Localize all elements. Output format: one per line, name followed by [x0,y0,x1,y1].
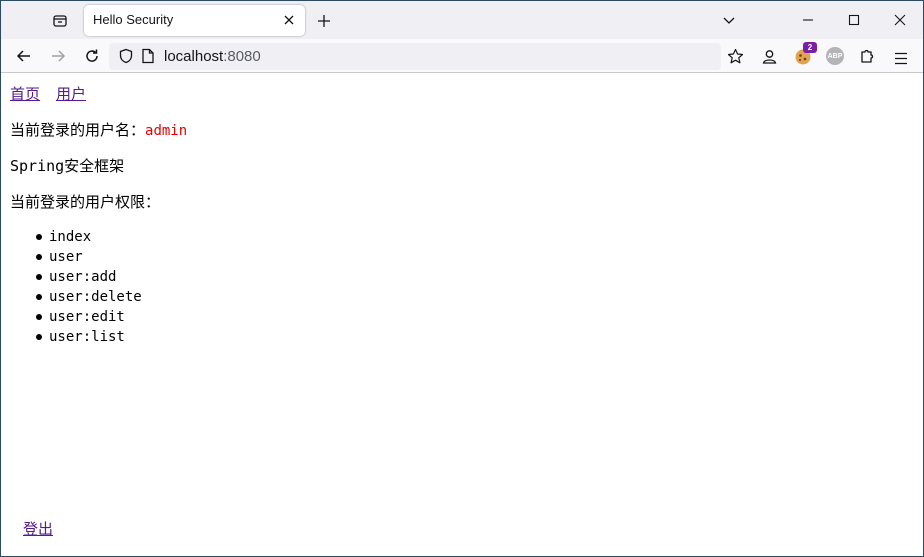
new-tab-icon[interactable] [313,10,335,32]
url-port: :8080 [223,48,261,65]
framework-text: Spring安全框架 [10,157,125,175]
authorities-label: 当前登录的用户权限： [10,193,161,211]
page-content: 首页 用户 当前登录的用户名：admin Spring安全框架 当前登录的用户权限… [1,74,923,556]
extensions-puzzle-icon[interactable] [859,48,876,69]
authority-item: index [36,228,142,248]
active-tab[interactable]: Hello Security [84,5,305,36]
close-window-icon[interactable] [877,1,923,39]
tab-title: Hello Security [93,12,174,27]
page-info-icon[interactable] [141,48,155,68]
authority-item: user:add [36,268,142,288]
minimize-icon[interactable] [785,1,831,39]
username-line: 当前登录的用户名：admin [10,119,187,140]
tab-strip: Hello Security [1,1,923,39]
authority-item: user:delete [36,288,142,308]
account-icon[interactable] [761,48,778,69]
tab-list-icon[interactable] [47,8,73,34]
browser-window: Hello Security localhost:8080 2 ABP 首页 用… [0,0,924,557]
close-tab-icon[interactable] [281,12,297,28]
username-label: 当前登录的用户名： [10,121,146,139]
shield-icon[interactable] [118,48,134,68]
authority-item: user:list [36,328,142,348]
url-host: localhost [164,48,224,65]
chevron-down-icon[interactable] [718,10,740,32]
url-text[interactable]: localhost:8080 [164,48,261,65]
back-arrow-icon[interactable] [11,43,37,69]
url-bar[interactable]: localhost:8080 [109,43,744,70]
authority-item: user [36,248,142,268]
maximize-icon[interactable] [831,1,877,39]
forward-arrow-icon[interactable] [45,43,71,69]
home-link[interactable]: 首页 [10,85,40,103]
extension-badge: 2 [803,42,817,53]
page-nav: 首页 用户 [10,83,102,104]
reload-icon[interactable] [79,43,105,69]
authorities-list: index user user:add user:delete user:edi… [36,228,142,348]
navigation-toolbar: localhost:8080 2 ABP [1,39,923,73]
adblock-icon[interactable]: ABP [826,47,844,65]
bookmark-star-icon[interactable] [727,48,744,69]
username-value: admin [145,123,188,139]
authority-item: user:edit [36,308,142,328]
menu-hamburger-icon[interactable] [894,50,908,69]
logout-link[interactable]: 登出 [23,518,53,539]
users-link[interactable]: 用户 [56,85,86,103]
